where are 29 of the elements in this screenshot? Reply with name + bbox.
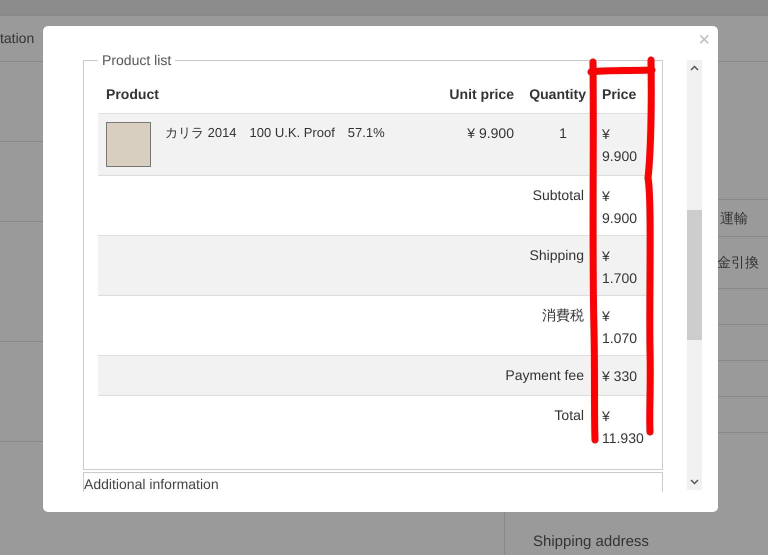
- summary-label: Payment fee: [505, 366, 584, 382]
- section-title: Additional information: [84, 476, 219, 492]
- chevron-up-icon[interactable]: [690, 65, 699, 71]
- summary-label: 消費税: [542, 306, 584, 322]
- column-header: Quantity: [518, 77, 590, 113]
- scrollbar-track[interactable]: [687, 60, 702, 490]
- scrollbar-thumb[interactable]: [687, 210, 702, 340]
- chevron-down-icon[interactable]: [690, 479, 699, 485]
- product-name: カリラ 2014 100 U.K. Proof 57.1%: [165, 124, 385, 142]
- column-header: Price: [590, 77, 648, 113]
- summary-value: ¥ 1.070: [602, 308, 638, 346]
- fieldset-legend: Product list: [98, 52, 176, 68]
- summary-value: ¥ 9.900: [602, 188, 638, 226]
- price-value: ¥ 9.900: [602, 126, 638, 164]
- summary-label: Subtotal: [532, 186, 584, 202]
- summary-value: ¥ 330: [602, 368, 638, 384]
- summary-label: Shipping: [530, 246, 584, 262]
- summary-value: ¥ 11.930: [602, 408, 644, 446]
- unit-price: ¥ 9.900: [467, 124, 514, 140]
- tab-label[interactable]: tation: [0, 28, 34, 49]
- photo-placeholder: [106, 122, 151, 166]
- summary-label: Total: [554, 406, 584, 422]
- column-header: Product: [98, 77, 442, 113]
- summary-value: ¥ 1.700: [602, 248, 638, 286]
- carrier-text: 運輸: [720, 208, 748, 228]
- section-heading: Shipping address: [533, 532, 649, 552]
- column-header: Unit price: [442, 77, 518, 113]
- payment-method-text: 金引換: [717, 253, 759, 272]
- quantity-value: 1: [559, 124, 567, 140]
